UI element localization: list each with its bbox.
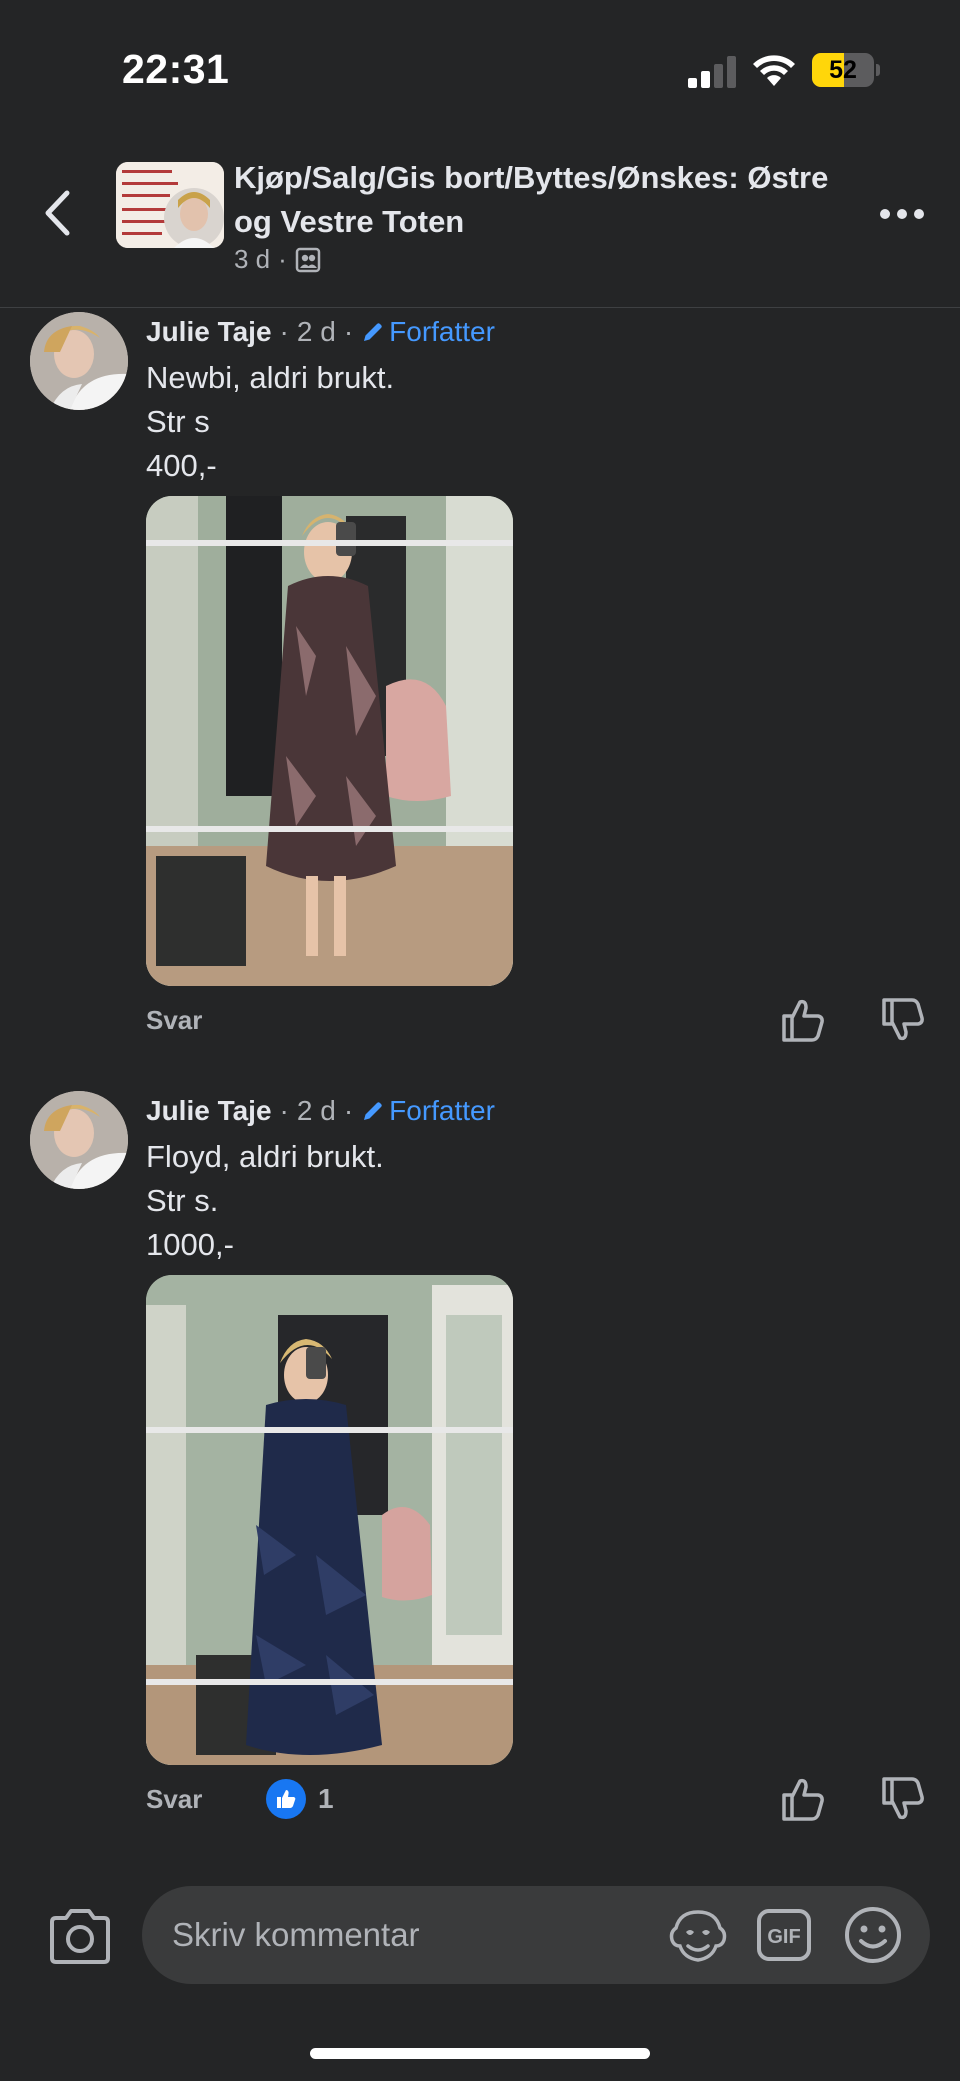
camera-icon[interactable] bbox=[46, 1906, 114, 1966]
thumbs-up-icon bbox=[277, 1790, 296, 1808]
wifi-icon bbox=[753, 55, 795, 86]
meta-separator: · bbox=[278, 244, 287, 274]
more-dot-icon bbox=[914, 209, 924, 219]
comment-header: Julie Taje · 2 d · Forfatter bbox=[146, 312, 495, 352]
comment-line: Str s bbox=[146, 404, 210, 439]
thumbs-down-icon[interactable] bbox=[876, 994, 928, 1046]
dress-photo bbox=[146, 496, 513, 986]
comment-age: 2 d bbox=[296, 1095, 336, 1126]
like-reaction-icon bbox=[266, 1779, 306, 1819]
home-indicator[interactable] bbox=[310, 2048, 650, 2059]
cellular-signal-icon bbox=[688, 56, 736, 88]
comment-author[interactable]: Julie Taje bbox=[146, 1095, 272, 1127]
more-dot-icon bbox=[880, 209, 890, 219]
more-dot-icon bbox=[897, 209, 907, 219]
avatar-image bbox=[30, 1091, 128, 1189]
comment-actions: Svar 1 bbox=[146, 1777, 926, 1821]
meta-separator: · bbox=[343, 316, 354, 347]
thumbs-up-icon[interactable] bbox=[776, 994, 828, 1046]
meta-separator: · bbox=[279, 316, 289, 347]
comment-text: Newbi, aldri brukt. Str s 400,- bbox=[146, 356, 394, 488]
dress-photo bbox=[146, 1275, 513, 1765]
group-thumbnail[interactable] bbox=[116, 162, 224, 248]
reaction-count: 1 bbox=[318, 1783, 334, 1814]
comment-input-container: GIF bbox=[142, 1886, 930, 1984]
thumbs-down-icon[interactable] bbox=[876, 1773, 928, 1825]
gif-icon[interactable]: GIF bbox=[756, 1908, 812, 1962]
more-options-button[interactable] bbox=[872, 194, 932, 234]
post-age: 3 d bbox=[234, 244, 271, 274]
comment-line: Floyd, aldri brukt. bbox=[146, 1139, 384, 1174]
comment-composer: GIF bbox=[0, 1870, 960, 2000]
avatar[interactable] bbox=[30, 1091, 128, 1189]
comment-actions: Svar bbox=[146, 998, 926, 1042]
chevron-left-icon bbox=[45, 190, 70, 236]
comment-line: Newbi, aldri brukt. bbox=[146, 360, 395, 395]
thumbs-up-icon[interactable] bbox=[776, 1773, 828, 1825]
author-badge: Forfatter bbox=[361, 316, 495, 348]
reply-button[interactable]: Svar bbox=[146, 1000, 202, 1040]
group-members-icon bbox=[295, 247, 321, 272]
screen: 22:31 52 Kjøp/Salg/Gis bort/Byttes/Ønske… bbox=[0, 0, 960, 2081]
author-badge-label: Forfatter bbox=[389, 316, 495, 347]
avatar-sticker-icon[interactable] bbox=[668, 1906, 728, 1964]
meta-separator: · bbox=[279, 1095, 289, 1126]
group-title[interactable]: Kjøp/Salg/Gis bort/Byttes/Ønskes: Østre … bbox=[234, 156, 854, 244]
emoji-icon[interactable] bbox=[844, 1906, 902, 1964]
battery-icon: 52 bbox=[812, 53, 880, 87]
back-button[interactable] bbox=[30, 178, 84, 248]
comment-header: Julie Taje · 2 d · Forfatter bbox=[146, 1091, 495, 1131]
meta-separator: · bbox=[343, 1095, 354, 1126]
status-time: 22:31 bbox=[122, 46, 230, 92]
battery-level: 52 bbox=[829, 56, 857, 84]
avatar[interactable] bbox=[30, 312, 128, 410]
group-cover-image bbox=[116, 162, 224, 248]
author-badge: Forfatter bbox=[361, 1095, 495, 1127]
post-header: Kjøp/Salg/Gis bort/Byttes/Ønskes: Østre … bbox=[0, 140, 960, 308]
comment-text: Floyd, aldri brukt. Str s. 1000,- bbox=[146, 1135, 384, 1267]
comment-line: Str s. bbox=[146, 1183, 219, 1218]
pencil-icon bbox=[364, 1102, 382, 1120]
reaction-summary[interactable]: 1 bbox=[266, 1779, 334, 1819]
avatar-image bbox=[30, 312, 128, 410]
comment-author[interactable]: Julie Taje bbox=[146, 316, 272, 348]
post-meta: 3 d · bbox=[234, 244, 321, 275]
reply-button[interactable]: Svar bbox=[146, 1779, 202, 1819]
comment-line: 400,- bbox=[146, 448, 217, 483]
comment-line: 1000,- bbox=[146, 1227, 234, 1262]
comment-age: 2 d bbox=[296, 316, 336, 347]
pencil-icon bbox=[364, 323, 382, 341]
author-badge-label: Forfatter bbox=[389, 1095, 495, 1126]
status-bar: 22:31 52 bbox=[0, 0, 960, 140]
gif-label: GIF bbox=[767, 1926, 800, 1948]
comment-photo[interactable] bbox=[146, 496, 513, 986]
comment-photo[interactable] bbox=[146, 1275, 513, 1765]
comment-input[interactable] bbox=[172, 1886, 652, 1984]
